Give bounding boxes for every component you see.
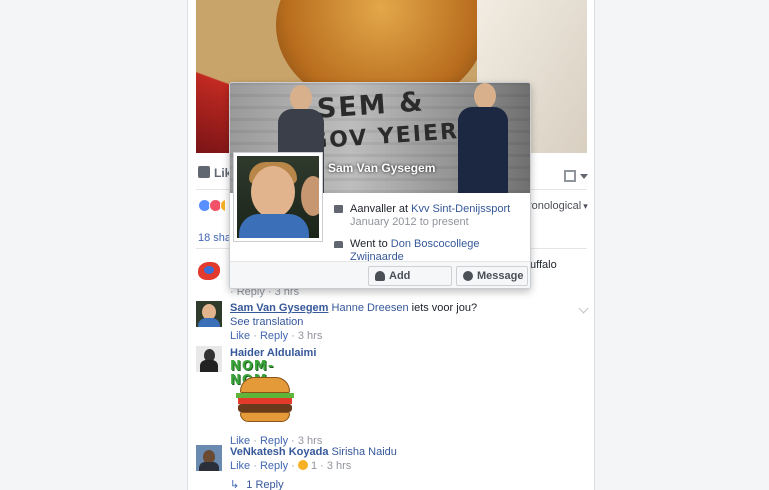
hovercard-footer: Add Friend Message bbox=[230, 261, 530, 288]
comment-time[interactable]: 3 hrs bbox=[327, 460, 351, 472]
comment-item: Haider Aldulaimi NOM-NOM Like · Reply · … bbox=[196, 346, 587, 447]
add-friend-button[interactable]: Add Friend bbox=[368, 266, 452, 286]
page-select-icon[interactable] bbox=[564, 170, 576, 182]
caret-down-icon[interactable] bbox=[580, 174, 588, 179]
commenter-avatar[interactable] bbox=[196, 346, 222, 372]
school-icon bbox=[334, 241, 343, 248]
commenter-name[interactable]: Sam Van Gysegem bbox=[230, 302, 328, 314]
reply-arrow-icon: ↳ bbox=[230, 479, 240, 490]
comment-reply-link[interactable]: Reply bbox=[260, 330, 288, 342]
work-row: Aanvaller at Kvv Sint-Denijssport Januar… bbox=[334, 203, 524, 229]
reaction-summary[interactable] bbox=[198, 199, 226, 215]
comment-text: iets voor jou? bbox=[408, 302, 478, 314]
comment-body: Haider Aldulaimi NOM-NOM Like · Reply · … bbox=[230, 347, 323, 447]
thumbs-up-icon bbox=[198, 166, 210, 178]
comment-body: Sam Van Gysegem Hanne Dreesen iets voor … bbox=[230, 302, 478, 342]
profile-hovercard: SEM & GOV YEIER Sam Van Gysegem Aanvaller… bbox=[229, 82, 531, 289]
cover-graffiti: SEM & GOV YEIER bbox=[308, 84, 460, 158]
work-prefix: Aanvaller at bbox=[350, 203, 412, 215]
message-button[interactable]: Message bbox=[456, 266, 528, 286]
comment-sort-dropdown[interactable]: ronological bbox=[528, 200, 588, 212]
tagged-user[interactable]: Hanne Dreesen bbox=[332, 302, 409, 314]
comment-body: VeNkatesh Koyada Sirisha Naidu Like · Re… bbox=[230, 446, 397, 490]
school-prefix: Went to bbox=[350, 238, 391, 250]
comment-item: VeNkatesh Koyada Sirisha Naidu Like · Re… bbox=[196, 445, 587, 490]
haha-reaction-icon bbox=[220, 199, 226, 212]
work-place-link[interactable]: Kvv Sint-Denijssport bbox=[411, 203, 510, 215]
haha-reaction-icon bbox=[297, 460, 308, 470]
messenger-icon bbox=[463, 271, 473, 281]
comment-reply-link[interactable]: Reply bbox=[260, 460, 288, 472]
comment-like-link[interactable]: Like bbox=[230, 330, 250, 342]
comment-options-icon[interactable] bbox=[578, 303, 589, 314]
add-friend-label: Add Friend bbox=[389, 270, 411, 282]
commenter-name[interactable]: Haider Aldulaimi bbox=[230, 347, 316, 359]
cover-person-right bbox=[450, 83, 512, 193]
hovercard-name[interactable]: Sam Van Gysegem bbox=[328, 161, 435, 175]
commenter-avatar[interactable] bbox=[196, 258, 222, 284]
comment-item: Sam Van Gysegem Hanne Dreesen iets voor … bbox=[196, 301, 589, 342]
commenter-avatar[interactable] bbox=[196, 301, 222, 327]
comment-time[interactable]: 3 hrs bbox=[298, 330, 322, 342]
comment-text: uffalo bbox=[530, 259, 557, 271]
comment-reaction-count[interactable]: 1 bbox=[311, 460, 317, 472]
briefcase-icon bbox=[334, 205, 343, 213]
commenter-avatar[interactable] bbox=[196, 445, 222, 471]
see-translation-link[interactable]: See translation bbox=[230, 316, 303, 328]
burger-sticker: NOM-NOM bbox=[230, 360, 300, 426]
like-button[interactable]: Like bbox=[198, 166, 231, 180]
comment-like-link[interactable]: Like bbox=[230, 460, 250, 472]
add-friend-icon bbox=[375, 271, 385, 281]
view-replies-link[interactable]: 1 Reply bbox=[246, 479, 283, 490]
tagged-user[interactable]: Sirisha Naidu bbox=[332, 446, 397, 458]
message-label: Message bbox=[477, 270, 524, 282]
page: Like ronological 18 shar uffalo · Reply … bbox=[0, 0, 769, 490]
commenter-name[interactable]: VeNkatesh Koyada bbox=[230, 446, 328, 458]
hovercard-profile-picture[interactable] bbox=[234, 153, 322, 241]
work-period: January 2012 to present bbox=[350, 216, 469, 228]
